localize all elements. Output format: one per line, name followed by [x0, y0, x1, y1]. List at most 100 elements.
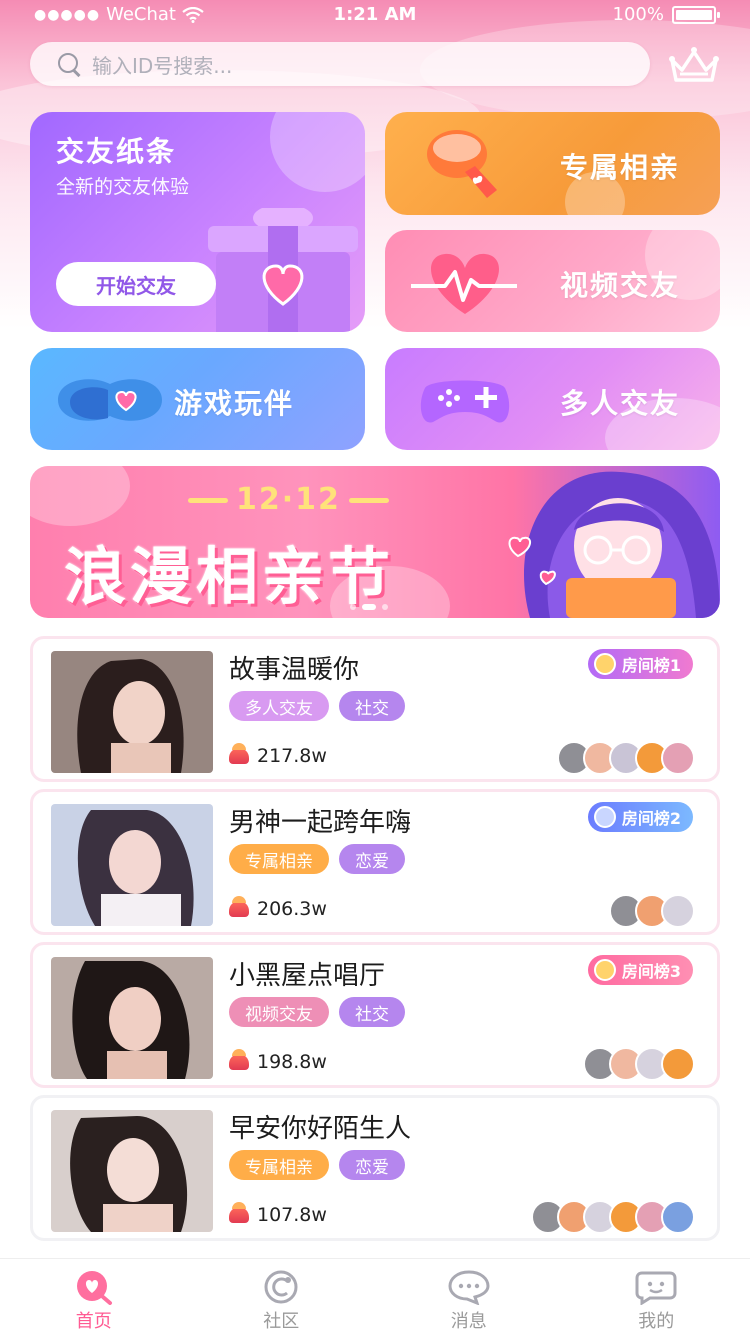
- medal-icon: [593, 653, 616, 675]
- tile-friend-note[interactable]: 交友纸条 全新的交友体验 开始交友: [30, 112, 365, 332]
- room-tag: 视频交友: [229, 997, 329, 1027]
- tile-exclusive-matchmaking[interactable]: 专属相亲: [385, 112, 720, 215]
- tab-label: 首页: [75, 1311, 112, 1332]
- search-icon: [56, 51, 82, 77]
- avatar[interactable]: [661, 1200, 695, 1234]
- tile-label: 游戏玩伴: [174, 387, 295, 420]
- room-tags: 视频交友 社交: [229, 997, 405, 1027]
- community-icon: [264, 1270, 298, 1304]
- tile-label: 视频交友: [559, 269, 680, 302]
- room-tag: 专属相亲: [229, 844, 329, 874]
- home-heart-icon: [76, 1271, 112, 1305]
- tile-group-friending[interactable]: 多人交友: [385, 348, 720, 450]
- tab-label: 我的: [638, 1311, 675, 1332]
- decor-bubble: [30, 466, 130, 526]
- heat-value: 217.8w: [257, 745, 327, 767]
- tab-label: 消息: [450, 1311, 487, 1332]
- tab-label: 社区: [263, 1311, 300, 1332]
- tab-home[interactable]: 首页: [0, 1259, 188, 1334]
- rank-label: 房间榜1: [621, 656, 681, 675]
- tile-game-partner[interactable]: 游戏玩伴: [30, 348, 365, 450]
- rank-label: 房间榜3: [621, 962, 681, 981]
- search-bar[interactable]: 输入ID号搜索...: [30, 42, 650, 86]
- start-friending-button[interactable]: 开始交友: [56, 262, 216, 306]
- banner-title: 浪漫相亲节: [64, 540, 395, 613]
- room-card[interactable]: 早安你好陌生人 专属相亲 恋爱 107.8w: [30, 1095, 720, 1241]
- tile-title: 交友纸条: [56, 135, 177, 168]
- battery-level: [676, 9, 712, 20]
- bottom-tab-bar: 首页 社区 消息 我的: [0, 1258, 750, 1334]
- heat-value: 206.3w: [257, 898, 327, 920]
- tile-label: 专属相亲: [559, 151, 680, 184]
- battery-percent: 100%: [612, 4, 664, 25]
- status-bar: ●●●●● WeChat 1:21 AM 100%: [0, 0, 750, 30]
- room-card[interactable]: 故事温暖你 多人交友 社交 217.8w 房间榜1: [30, 636, 720, 782]
- room-rank-badge: 房间榜2: [587, 802, 693, 832]
- heat-icon: [229, 1202, 249, 1223]
- heat-value: 107.8w: [257, 1204, 327, 1226]
- search-input[interactable]: 输入ID号搜索...: [92, 50, 232, 79]
- banner-pagination: [350, 604, 388, 610]
- room-cover-photo: [51, 651, 213, 773]
- girl-illustration: [508, 471, 720, 618]
- medal-icon: [593, 959, 616, 981]
- room-tags: 专属相亲 恋爱: [229, 844, 405, 874]
- room-name: 男神一起跨年嗨: [229, 808, 412, 838]
- room-tags: 多人交友 社交: [229, 691, 405, 721]
- room-name: 小黑屋点唱厅: [229, 961, 386, 991]
- room-tag: 社交: [339, 691, 405, 721]
- avatar[interactable]: [661, 1047, 695, 1081]
- member-avatars[interactable]: [583, 1047, 695, 1081]
- crown-icon[interactable]: [666, 44, 722, 88]
- gamepad-icon: [420, 380, 510, 423]
- tile-video-friending[interactable]: 视频交友: [385, 230, 720, 332]
- member-avatars[interactable]: [531, 1200, 695, 1234]
- decor-bubble: [270, 112, 365, 192]
- page-dot: [350, 604, 356, 610]
- room-cover-photo: [51, 957, 213, 1079]
- heat-icon: [229, 743, 249, 764]
- promo-banner[interactable]: 12·12 浪漫相亲节: [30, 466, 720, 618]
- room-tag: 专属相亲: [229, 1150, 329, 1180]
- gift-box-icon: [208, 208, 358, 332]
- message-icon: [448, 1270, 490, 1305]
- avatar[interactable]: [661, 894, 695, 928]
- tab-community[interactable]: 社区: [188, 1259, 376, 1334]
- heartbeat-icon: [411, 253, 517, 314]
- battery-info: 100%: [612, 4, 720, 25]
- room-name: 早安你好陌生人: [229, 1114, 412, 1144]
- tab-messages[interactable]: 消息: [375, 1259, 563, 1334]
- medal-icon: [593, 806, 616, 828]
- room-tags: 专属相亲 恋爱: [229, 1150, 405, 1180]
- room-tag: 社交: [339, 997, 405, 1027]
- heat-value: 198.8w: [257, 1051, 327, 1073]
- heat-icon: [229, 1049, 249, 1070]
- member-avatars[interactable]: [557, 741, 695, 775]
- chat-bubble-icon: [58, 379, 162, 421]
- room-rank-badge: 房间榜3: [587, 955, 693, 985]
- heat-icon: [229, 896, 249, 917]
- room-heat: 206.3w: [229, 896, 327, 920]
- tile-subtitle: 全新的交友体验: [56, 176, 190, 198]
- room-card[interactable]: 小黑屋点唱厅 视频交友 社交 198.8w 房间榜3: [30, 942, 720, 1088]
- room-heat: 198.8w: [229, 1049, 327, 1073]
- room-rank-badge: 房间榜1: [587, 649, 693, 679]
- banner-date: 12·12: [180, 482, 397, 517]
- room-cover-photo: [51, 804, 213, 926]
- microphone-icon: [427, 130, 497, 198]
- rank-label: 房间榜2: [621, 809, 681, 828]
- profile-icon: [635, 1271, 677, 1305]
- room-heat: 217.8w: [229, 743, 327, 767]
- page-dot: [382, 604, 388, 610]
- tile-label: 多人交友: [559, 387, 680, 420]
- room-tag: 恋爱: [339, 844, 405, 874]
- avatar[interactable]: [661, 741, 695, 775]
- page-dot-active: [362, 604, 376, 610]
- room-card[interactable]: 男神一起跨年嗨 专属相亲 恋爱 206.3w 房间榜2: [30, 789, 720, 935]
- room-heat: 107.8w: [229, 1202, 327, 1226]
- room-cover-photo: [51, 1110, 213, 1232]
- room-tag: 多人交友: [229, 691, 329, 721]
- member-avatars[interactable]: [609, 894, 695, 928]
- tab-profile[interactable]: 我的: [563, 1259, 750, 1334]
- battery-icon: [672, 5, 720, 24]
